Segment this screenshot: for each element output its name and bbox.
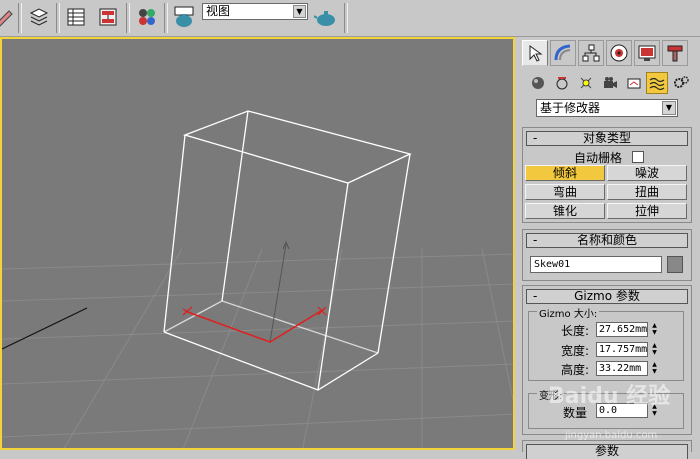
viewport-canvas	[2, 110, 513, 448]
noise-button[interactable]: 噪波	[607, 165, 687, 181]
height-spinner-arrows[interactable]: ▲ ▼	[649, 361, 660, 376]
display-icon	[638, 45, 656, 61]
layers-icon[interactable]	[26, 4, 52, 30]
cameras-icon[interactable]	[599, 72, 621, 94]
helpers-icon[interactable]	[623, 72, 645, 94]
toolbar-separator	[126, 3, 130, 33]
autogrid-label: 自动栅格	[574, 151, 623, 165]
category-dropdown-value: 基于修改器	[540, 101, 601, 115]
gizmo-size-group-title: Gizmo 大小:	[537, 305, 600, 320]
object-name-input[interactable]: Skew01	[530, 256, 662, 273]
toolbar-separator	[164, 3, 168, 33]
twist-button[interactable]: 扭曲	[607, 184, 687, 200]
stretch-button[interactable]: 拉伸	[607, 203, 687, 219]
gizmo-params-header[interactable]: - Gizmo 参数	[526, 289, 688, 304]
chevron-down-icon: ▼	[662, 101, 676, 115]
perspective-viewport[interactable]	[0, 37, 515, 450]
lights-icon[interactable]	[575, 72, 597, 94]
motion-tab[interactable]	[606, 40, 632, 66]
bend-button[interactable]: 弯曲	[525, 184, 605, 200]
baidu-watermark-logo: Baidu 经验	[548, 384, 671, 409]
name-color-header[interactable]: - 名称和颜色	[526, 233, 688, 248]
taper-button[interactable]: 锥化	[525, 203, 605, 219]
height-label: 高度:	[561, 363, 590, 377]
utilities-tab[interactable]	[662, 40, 688, 66]
material-editor-icon[interactable]	[134, 4, 160, 30]
parameters-title: 参数	[594, 444, 619, 458]
object-type-header[interactable]: - 对象类型	[526, 131, 688, 146]
length-label: 长度:	[561, 324, 590, 338]
edit-icon[interactable]	[0, 4, 18, 30]
collapse-icon: -	[533, 131, 538, 145]
spreadsheet-icon[interactable]	[63, 4, 89, 30]
width-input[interactable]: 17.757mm	[596, 342, 648, 357]
create-tab[interactable]	[522, 40, 548, 66]
view-dropdown[interactable]: 视图 ▼	[202, 3, 308, 20]
watermark-url: jingyan.baidu.com	[565, 430, 658, 441]
display-tab[interactable]	[634, 40, 660, 66]
modify-tab[interactable]	[550, 40, 576, 66]
home-grid	[2, 248, 513, 448]
hierarchy-tab[interactable]	[578, 40, 604, 66]
name-color-title: 名称和颜色	[576, 233, 637, 247]
length-spinner-arrows[interactable]: ▲ ▼	[649, 322, 660, 337]
skew-gizmo-box[interactable]	[163, 110, 412, 391]
object-color-swatch[interactable]	[667, 256, 683, 273]
systems-gear-icon[interactable]	[670, 72, 692, 94]
view-dropdown-value: 视图	[206, 4, 231, 18]
shapes-icon[interactable]	[551, 72, 573, 94]
collapse-icon: -	[533, 233, 538, 247]
toolbar-separator	[18, 3, 22, 33]
chevron-down-icon: ▼	[293, 5, 306, 18]
width-spinner-arrows[interactable]: ▲ ▼	[649, 342, 660, 357]
name-color-rollout: - 名称和颜色	[522, 229, 692, 281]
curve-editor-icon[interactable]	[95, 4, 121, 30]
quick-render-icon[interactable]	[313, 4, 339, 30]
create-cursor-icon	[529, 45, 543, 62]
collapse-icon: -	[533, 289, 538, 303]
motion-icon	[610, 44, 628, 62]
category-dropdown[interactable]: 基于修改器 ▼	[536, 99, 678, 117]
render-setup-icon[interactable]	[171, 4, 197, 30]
gizmo-params-title: Gizmo 参数	[574, 289, 640, 303]
parameters-rollout: 参数	[522, 440, 692, 459]
parameters-header[interactable]: 参数	[526, 444, 688, 459]
modify-icon	[554, 44, 571, 61]
toolbar-separator	[56, 3, 60, 33]
object-type-title: 对象类型	[582, 131, 631, 145]
width-label: 宽度:	[561, 344, 590, 358]
space-warps-icon[interactable]	[646, 72, 668, 94]
world-axis-line	[2, 307, 88, 350]
geometry-icon[interactable]	[527, 72, 549, 94]
autogrid-checkbox[interactable]	[632, 151, 644, 163]
length-input[interactable]: 27.652mm	[596, 322, 648, 337]
utilities-hammer-icon	[667, 45, 683, 62]
main-toolbar: 视图 ▼	[0, 0, 700, 37]
skew-button[interactable]: 倾斜	[525, 165, 605, 181]
height-input[interactable]: 33.22mm	[596, 361, 648, 376]
pivot-axis	[182, 240, 327, 343]
hierarchy-icon	[582, 44, 600, 62]
toolbar-separator	[344, 3, 348, 33]
